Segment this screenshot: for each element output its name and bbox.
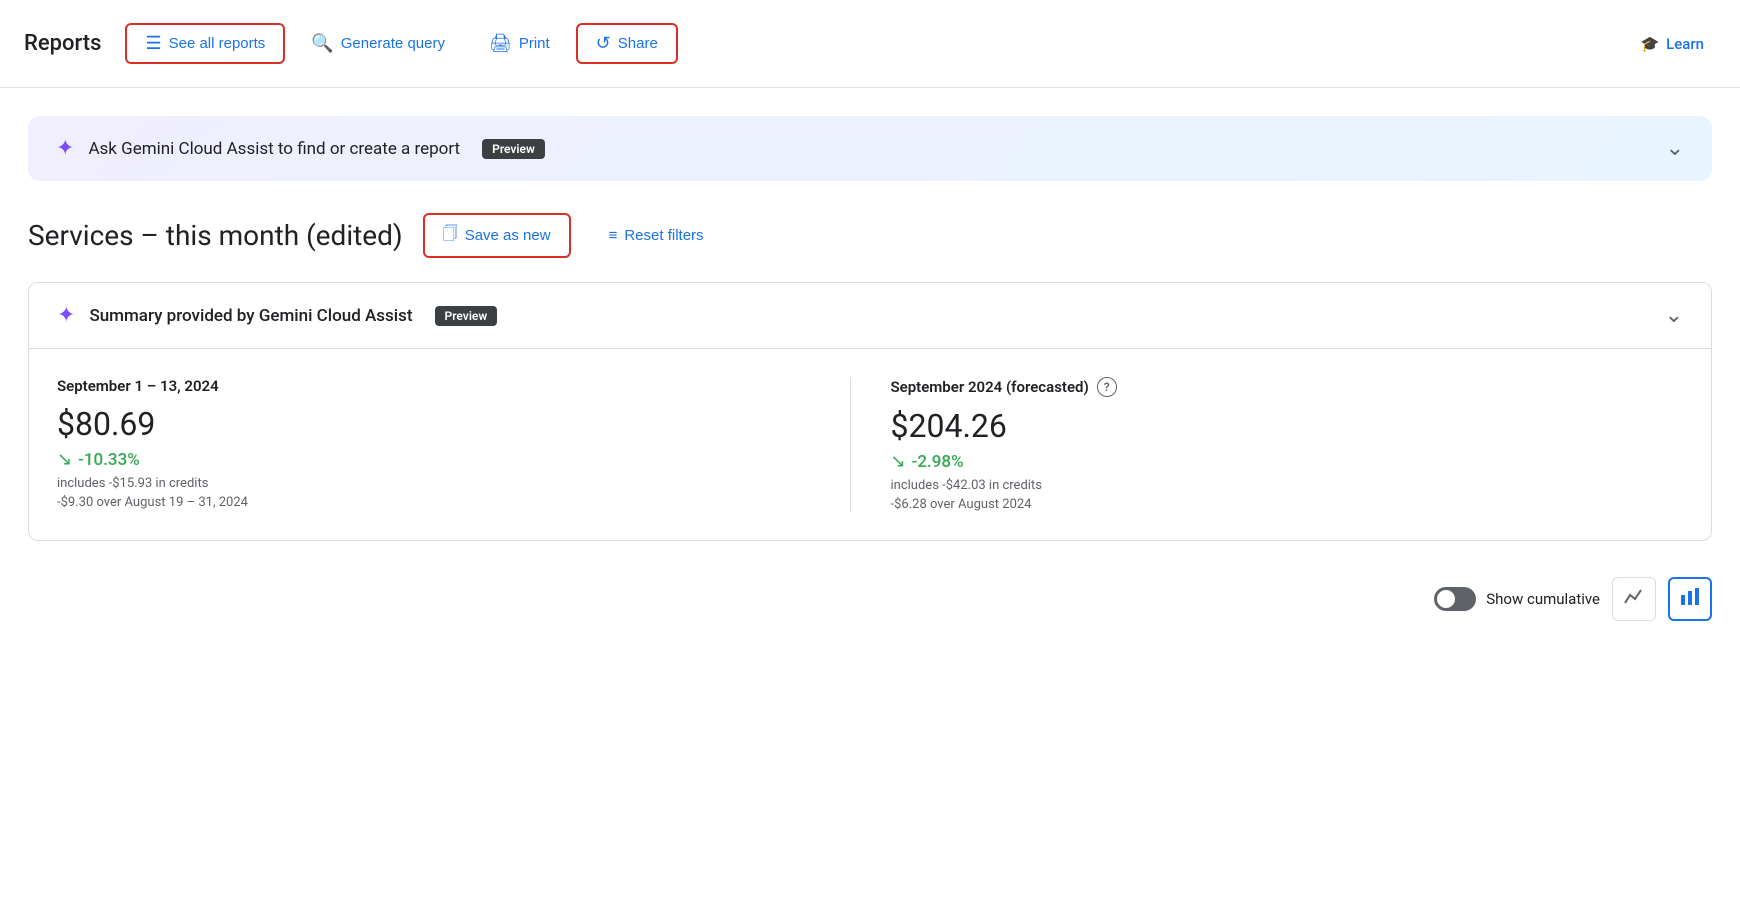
preview-badge: Preview (482, 139, 545, 159)
current-change: ↘ -10.33% (57, 449, 830, 470)
show-cumulative-control: Show cumulative (1434, 587, 1600, 611)
search-query-icon: 🔍 (311, 33, 333, 54)
forecasted-change: ↘ -2.98% (891, 451, 1664, 472)
forecasted-change-value: -2.98% (912, 452, 964, 472)
current-change-value: -10.33% (78, 450, 140, 470)
toolbar: Reports ☰ See all reports 🔍 Generate que… (0, 0, 1740, 88)
summary-card-header[interactable]: ✦ Summary provided by Gemini Cloud Assis… (29, 283, 1711, 348)
report-title-section: Services – this month (edited) 🗍 Save as… (0, 181, 1740, 274)
show-cumulative-toggle[interactable] (1434, 587, 1476, 611)
show-cumulative-label: Show cumulative (1486, 590, 1600, 608)
bottom-controls: Show cumulative (0, 565, 1740, 633)
save-icon: 🗍 (443, 223, 458, 248)
current-amount: $80.69 (57, 405, 830, 443)
summary-card-title: Summary provided by Gemini Cloud Assist (89, 306, 412, 326)
summary-card: ✦ Summary provided by Gemini Cloud Assis… (28, 282, 1712, 541)
reset-filters-button[interactable]: ≡ Reset filters (591, 219, 722, 252)
summary-col-forecasted: September 2024 (forecasted) ? $204.26 ↘ … (850, 377, 1684, 512)
gemini-banner-text: Ask Gemini Cloud Assist to find or creat… (88, 139, 460, 159)
print-icon: 🖨 (489, 33, 512, 54)
summary-col-current: September 1 – 13, 2024 $80.69 ↘ -10.33% … (57, 377, 850, 512)
toggle-knob (1437, 590, 1455, 608)
generate-query-button[interactable]: 🔍 Generate query (293, 25, 463, 62)
forecasted-credits: includes -$42.03 in credits (891, 478, 1664, 493)
filter-icon: ≡ (609, 227, 618, 244)
gemini-summary-star-icon: ✦ (57, 303, 75, 328)
line-chart-icon (1623, 585, 1645, 613)
current-subtext: -$9.30 over August 19 – 31, 2024 (57, 495, 830, 510)
see-all-reports-button[interactable]: ☰ See all reports (125, 23, 285, 64)
help-icon[interactable]: ? (1097, 377, 1117, 397)
learn-icon: 🎓 (1640, 35, 1659, 53)
line-chart-button[interactable] (1612, 577, 1656, 621)
bar-chart-button[interactable] (1668, 577, 1712, 621)
bar-chart-icon (1679, 585, 1701, 613)
gemini-ask-banner[interactable]: ✦ Ask Gemini Cloud Assist to find or cre… (28, 116, 1712, 181)
summary-preview-badge: Preview (435, 306, 498, 326)
share-icon: ↺ (596, 33, 611, 54)
current-credits: includes -$15.93 in credits (57, 476, 830, 491)
save-as-new-button[interactable]: 🗍 Save as new (423, 213, 571, 258)
chevron-down-icon: ⌄ (1666, 136, 1684, 161)
forecasted-period-label: September 2024 (forecasted) ? (891, 377, 1664, 397)
print-button[interactable]: 🖨 Print (471, 25, 568, 62)
forecasted-amount: $204.26 (891, 407, 1664, 445)
gemini-star-icon: ✦ (56, 136, 74, 161)
learn-button[interactable]: 🎓 Learn (1628, 27, 1716, 61)
current-period-label: September 1 – 13, 2024 (57, 377, 830, 395)
summary-chevron-down-icon: ⌄ (1665, 303, 1683, 328)
forecasted-subtext: -$6.28 over August 2024 (891, 497, 1664, 512)
current-change-arrow-icon: ↘ (57, 449, 72, 470)
share-button[interactable]: ↺ Share (576, 23, 678, 64)
forecasted-change-arrow-icon: ↘ (891, 451, 906, 472)
report-title: Services – this month (edited) (28, 219, 403, 252)
page-title: Reports (24, 31, 101, 56)
list-icon: ☰ (145, 33, 161, 54)
summary-card-body: September 1 – 13, 2024 $80.69 ↘ -10.33% … (29, 348, 1711, 540)
